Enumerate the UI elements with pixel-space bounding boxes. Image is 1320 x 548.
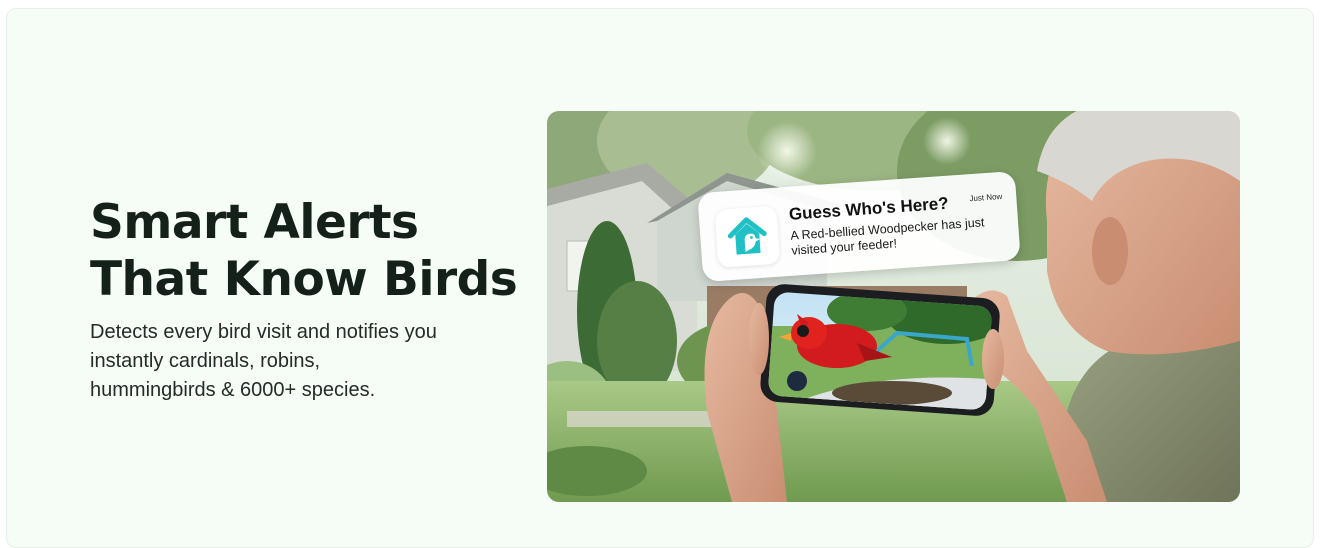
feature-description: Detects every bird visit and notifies yo…	[90, 321, 437, 401]
birdhouse-icon	[727, 217, 767, 255]
feature-photo	[547, 111, 1240, 502]
feature-headline: Smart Alerts That Know Birds	[90, 194, 530, 308]
app-icon	[714, 205, 781, 268]
notification-time: Just Now	[969, 191, 1003, 204]
headline-line-1: Smart Alerts	[90, 195, 419, 250]
feature-text: Smart Alerts That Know Birds Detects eve…	[90, 194, 530, 405]
photo-illustration	[547, 111, 1240, 502]
headline-line-2: That Know Birds	[90, 252, 518, 307]
